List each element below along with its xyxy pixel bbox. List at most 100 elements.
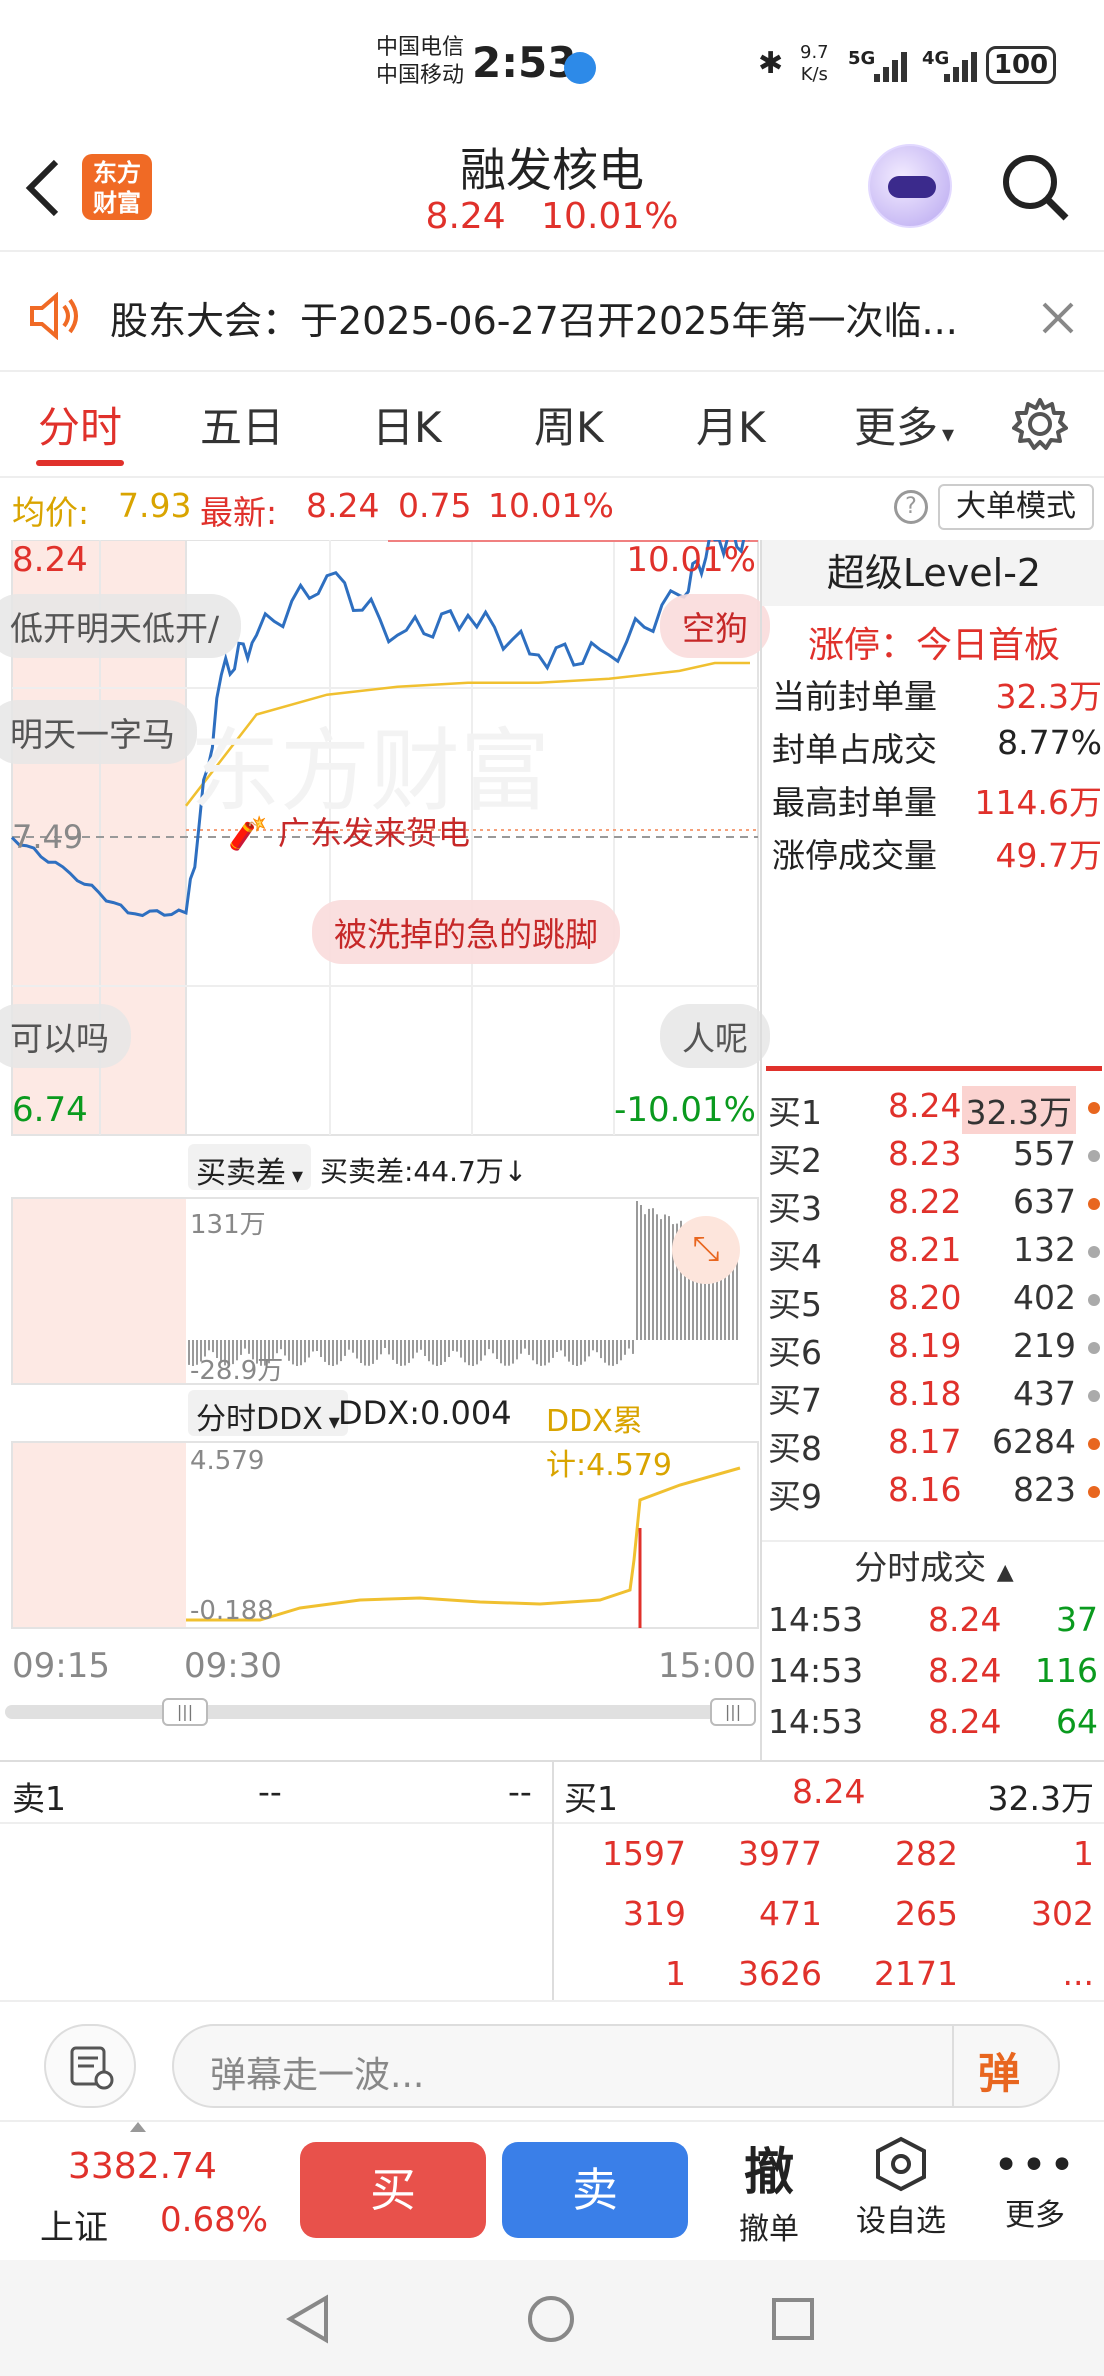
bid-price: 8.17 bbox=[888, 1422, 962, 1461]
buy-button[interactable]: 买 bbox=[300, 2142, 486, 2238]
index-name[interactable]: 上证 bbox=[40, 2200, 108, 2249]
buy1-queue: 1597 3977 282 1 319 471 265 302 1 3626 2171... bbox=[556, 1824, 1104, 2002]
diff-bar bbox=[596, 1340, 598, 1353]
notice-bar[interactable]: 股东大会：于2025-06-27召开2025年第一次临... bbox=[0, 262, 1104, 372]
diff-bar bbox=[588, 1340, 590, 1357]
add-watchlist-button[interactable]: 设自选 bbox=[846, 2136, 956, 2240]
index-pct[interactable]: 0.68% bbox=[160, 2200, 268, 2240]
diff-bar bbox=[620, 1340, 622, 1361]
diff-bar bbox=[372, 1340, 374, 1364]
bid-level: 买2 bbox=[768, 1141, 822, 1180]
queue-cell: 282 bbox=[895, 1834, 958, 1873]
bid-qty: 132 bbox=[1013, 1230, 1076, 1269]
diff-bar bbox=[392, 1340, 394, 1360]
sub1-indicator-selector[interactable]: 买卖差 ▾ bbox=[188, 1144, 312, 1191]
diff-bar bbox=[516, 1340, 518, 1360]
diff-bar bbox=[660, 1219, 662, 1340]
intraday-chart[interactable]: 东方财富 8.24 10.01% 7.49 6.74 -10.01% 🧨 广东发… bbox=[0, 540, 770, 1770]
signal-icon bbox=[874, 52, 907, 82]
robot-assistant-icon[interactable] bbox=[868, 144, 952, 228]
sell1-label: 卖1 bbox=[12, 1779, 66, 1818]
diff-bar bbox=[324, 1340, 326, 1362]
diff-bar bbox=[408, 1340, 410, 1363]
tab-five-day[interactable]: 五日 bbox=[200, 394, 284, 455]
bid-qty: 437 bbox=[1013, 1374, 1076, 1413]
diff-bar bbox=[476, 1340, 478, 1365]
bid-row[interactable]: 买5 8.20 402 bbox=[768, 1278, 1104, 1326]
cancel-order-button[interactable]: 撤 撤单 bbox=[724, 2132, 814, 2248]
scroll-handle-left[interactable]: ||| bbox=[162, 1698, 208, 1726]
gear-icon[interactable] bbox=[1012, 396, 1068, 452]
bid-row[interactable]: 买2 8.23 557 bbox=[768, 1134, 1104, 1182]
level2-title[interactable]: 超级Level-2 bbox=[762, 540, 1104, 606]
sub2-max: 4.579 bbox=[190, 1446, 265, 1476]
bid-price: 8.21 bbox=[888, 1230, 962, 1269]
event-marker[interactable]: 🧨 广东发来贺电 bbox=[228, 808, 470, 854]
trade-bar: 3382.74 上证 0.68% 买 卖 撤 撤单 设自选 ••• 更多 bbox=[0, 2120, 1104, 2260]
queue-cell: 265 bbox=[895, 1894, 958, 1933]
danmu-placeholder: 弹幕走一波... bbox=[210, 2055, 425, 2096]
bid-row[interactable]: 买6 8.19 219 bbox=[768, 1326, 1104, 1374]
bid-row[interactable]: 买9 8.16 823 bbox=[768, 1470, 1104, 1518]
tab-day-k[interactable]: 日K bbox=[372, 394, 442, 455]
change-pct-value: 10.01% bbox=[488, 486, 614, 525]
sub2-indicator-selector[interactable]: 分时DDX ▾ bbox=[188, 1390, 348, 1437]
order-dot-icon bbox=[1088, 1246, 1100, 1258]
header-change-pct: 10.01% bbox=[541, 196, 679, 237]
bid-row[interactable]: 买3 8.22 637 bbox=[768, 1182, 1104, 1230]
diff-bar bbox=[568, 1340, 570, 1362]
trades-header[interactable]: 分时成交 ▲ bbox=[762, 1540, 1104, 1596]
danmu-input[interactable]: 弹幕走一波... 弹 bbox=[172, 2024, 1060, 2108]
diff-bar bbox=[340, 1340, 342, 1362]
diff-bar bbox=[508, 1340, 510, 1366]
depth-divider bbox=[552, 1762, 554, 2002]
help-icon[interactable]: ? bbox=[894, 490, 928, 524]
more-dots-icon: ••• bbox=[993, 2140, 1077, 2191]
tab-week-k[interactable]: 周K bbox=[534, 394, 604, 455]
bid-row[interactable]: 买4 8.21 132 bbox=[768, 1230, 1104, 1278]
diff-bar bbox=[628, 1340, 630, 1349]
diff-bar bbox=[332, 1340, 334, 1366]
bid-row[interactable]: 买1 8.24 32.3万 bbox=[768, 1086, 1104, 1134]
nav-recents-icon[interactable] bbox=[770, 2296, 816, 2342]
speaker-icon bbox=[30, 292, 78, 340]
index-value[interactable]: 3382.74 bbox=[68, 2146, 217, 2187]
search-icon[interactable] bbox=[1000, 152, 1072, 224]
sub1-value: 买卖差:44.7万↓ bbox=[320, 1155, 528, 1188]
sub1-premarket-shade bbox=[12, 1198, 186, 1384]
diff-bar bbox=[544, 1340, 546, 1366]
buy1-qty: 32.3万 bbox=[987, 1779, 1094, 1818]
tab-month-k[interactable]: 月K bbox=[696, 394, 766, 455]
big-order-mode-button[interactable]: 大单模式 bbox=[938, 484, 1094, 530]
sell-button[interactable]: 卖 bbox=[502, 2142, 688, 2238]
diff-bar bbox=[652, 1208, 654, 1340]
stat-value: 114.6万 bbox=[974, 783, 1102, 822]
more-button[interactable]: ••• 更多 bbox=[990, 2142, 1080, 2234]
order-dot-icon bbox=[1088, 1102, 1100, 1114]
danmu-send-button[interactable]: 弹 bbox=[978, 2040, 1020, 2101]
queue-cell: 302 bbox=[1031, 1894, 1094, 1933]
bid-price: 8.20 bbox=[888, 1278, 962, 1317]
diff-bar bbox=[420, 1340, 422, 1350]
bid-row[interactable]: 买7 8.18 437 bbox=[768, 1374, 1104, 1422]
net-speed: 9.7 K/s bbox=[800, 42, 829, 86]
expand-icon[interactable]: ⤡ bbox=[672, 1216, 740, 1284]
tab-intraday[interactable]: 分时 bbox=[38, 394, 122, 455]
nav-home-icon[interactable] bbox=[526, 2294, 576, 2344]
stat-label: 最高封单量 bbox=[772, 783, 937, 822]
bid-row[interactable]: 买8 8.17 6284 bbox=[768, 1422, 1104, 1470]
queue-cell: 1597 bbox=[602, 1834, 686, 1873]
diff-bar bbox=[664, 1214, 666, 1340]
diff-bar bbox=[396, 1340, 398, 1364]
tab-more[interactable]: 更多 ▾ bbox=[854, 394, 954, 455]
carrier-info: 中国电信 中国移动 bbox=[376, 34, 464, 90]
trade-time: 14:53 bbox=[768, 1702, 864, 1741]
queue-cell: 319 bbox=[623, 1894, 686, 1933]
scroll-handle-right[interactable]: ||| bbox=[710, 1698, 756, 1726]
danmu-settings-icon[interactable] bbox=[44, 2024, 136, 2108]
nav-back-icon[interactable] bbox=[286, 2294, 332, 2344]
diff-bar bbox=[580, 1340, 582, 1365]
avg-label: 均价: bbox=[12, 493, 90, 532]
close-icon[interactable] bbox=[1040, 300, 1076, 336]
order-dot-icon bbox=[1088, 1486, 1100, 1498]
